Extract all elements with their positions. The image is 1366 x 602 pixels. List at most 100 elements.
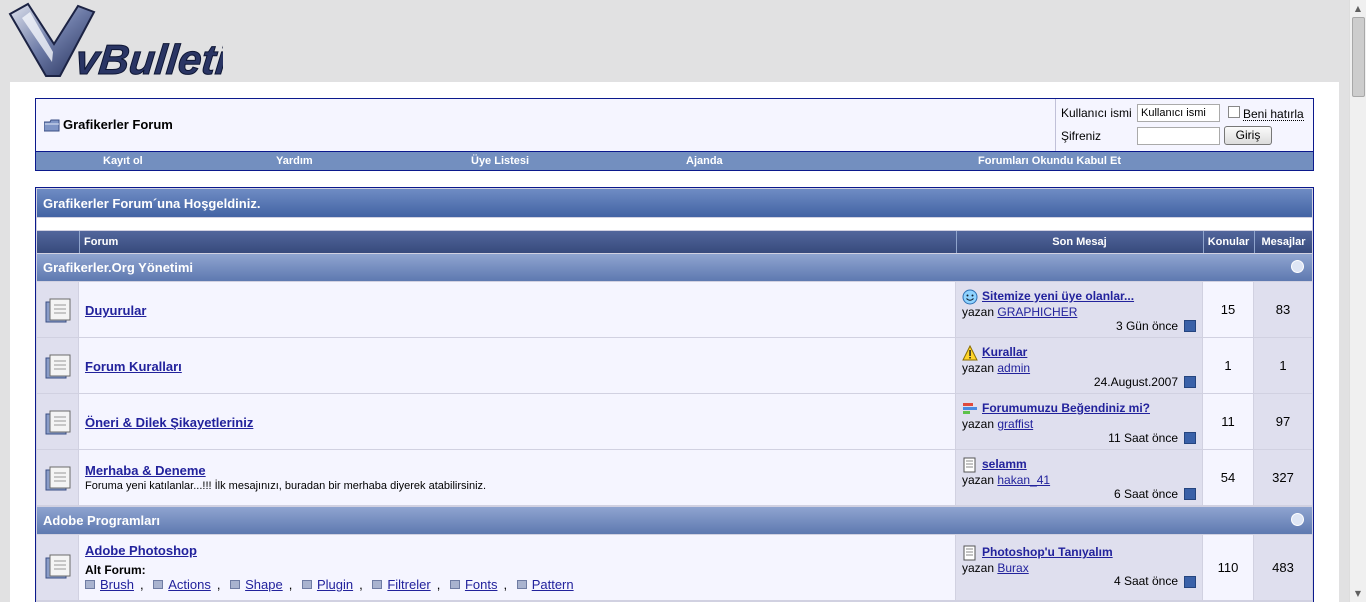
last-post-date: 6 Saat önce — [1113, 487, 1178, 501]
collapse-icon[interactable] — [1291, 260, 1304, 273]
subforum-item: Filtreler — [372, 577, 431, 592]
thread-count: 54 — [1203, 450, 1253, 505]
forum-title[interactable]: Forum Kuralları — [85, 359, 182, 374]
header-threads: Konular — [1203, 231, 1253, 253]
last-post-date: 24.August.2007 — [1093, 375, 1178, 389]
poll-icon — [963, 403, 977, 414]
post-count: 83 — [1254, 282, 1312, 337]
forum-title[interactable]: Duyurular — [85, 303, 146, 318]
forum-description: Foruma yeni katılanlar...!!! İlk mesajın… — [85, 480, 487, 492]
forum-title[interactable]: Merhaba & Deneme — [85, 463, 206, 478]
goto-last-post-icon[interactable] — [1184, 432, 1196, 444]
subforum-link[interactable]: Fonts — [465, 577, 498, 592]
subforum-icon — [301, 580, 312, 589]
nav-menu: Kayıt ol Yardım Üye Listesi Ajanda Forum… — [36, 151, 1313, 170]
vbulletin-logo[interactable]: vBulletin — [8, 0, 223, 82]
forum-status-icon — [45, 554, 71, 579]
forum-status-icon — [45, 354, 71, 379]
forum-row: Duyurular Sitemize yeni üye olanlar... y… — [37, 282, 1312, 337]
scrollbar[interactable]: ▲ ▼ — [1349, 0, 1366, 602]
subforum-list: Brush, Actions, Shape, Plugin, Filtreler… — [85, 577, 574, 592]
last-post-date: 4 Saat önce — [1113, 574, 1178, 588]
nav-register[interactable]: Kayıt ol — [103, 155, 143, 167]
scroll-up-arrow-icon[interactable]: ▲ — [1350, 0, 1366, 17]
logo-text: vBulletin — [73, 36, 223, 82]
page-title[interactable]: Grafikerler Forum — [63, 117, 173, 132]
goto-last-post-icon[interactable] — [1184, 576, 1196, 588]
last-post-user[interactable]: Burax — [997, 561, 1028, 575]
goto-last-post-icon[interactable] — [1184, 320, 1196, 332]
subforum-icon — [516, 580, 527, 589]
warning-icon — [962, 345, 978, 361]
subforum-link[interactable]: Pattern — [532, 577, 574, 592]
folder-icon[interactable] — [44, 119, 60, 132]
subforum-link[interactable]: Brush — [100, 577, 134, 592]
spacer-row — [37, 218, 1312, 230]
scroll-thumb[interactable] — [1352, 17, 1365, 97]
subforum-link[interactable]: Shape — [245, 577, 283, 592]
navbar: Grafikerler Forum Kullanıcı ismi Beni ha… — [35, 98, 1314, 171]
last-post-user[interactable]: graffist — [997, 417, 1033, 431]
last-post-user[interactable]: GRAPHICHER — [997, 305, 1077, 319]
scroll-down-arrow-icon[interactable]: ▼ — [1350, 585, 1366, 602]
last-post-title[interactable]: Forumumuzu Beğendiniz mi? — [982, 401, 1150, 415]
last-post-title[interactable]: Photoshop'u Tanıyalım — [982, 545, 1113, 559]
thread-count: 11 — [1203, 394, 1253, 449]
document-icon — [963, 457, 976, 473]
category-title[interactable]: Adobe Programları — [43, 513, 160, 528]
goto-last-post-icon[interactable] — [1184, 488, 1196, 500]
nav-calendar[interactable]: Ajanda — [686, 155, 723, 167]
last-post-title[interactable]: Kurallar — [982, 345, 1027, 359]
password-input[interactable] — [1137, 127, 1220, 145]
category-title[interactable]: Grafikerler.Org Yönetimi — [43, 260, 193, 275]
password-label: Şifreniz — [1061, 129, 1102, 143]
forum-title[interactable]: Öneri & Dilek Şikayetleriniz — [85, 415, 253, 430]
subforum-icon — [372, 580, 383, 589]
nav-help[interactable]: Yardım — [276, 155, 313, 167]
subforum-icon — [449, 580, 460, 589]
subforum-link[interactable]: Filtreler — [387, 577, 430, 592]
last-post-title[interactable]: Sitemize yeni üye olanlar... — [982, 289, 1134, 303]
username-input[interactable] — [1137, 104, 1220, 122]
header-posts: Mesajlar — [1254, 231, 1312, 253]
subforum-link[interactable]: Plugin — [317, 577, 353, 592]
welcome-title: Grafikerler Forum´una Hoşgeldiniz. — [37, 189, 1312, 217]
thread-count: 110 — [1203, 535, 1253, 600]
category-row[interactable]: Grafikerler.Org Yönetimi — [37, 254, 1312, 281]
forum-title[interactable]: Adobe Photoshop — [85, 543, 197, 558]
last-post-date: 11 Saat önce — [1108, 431, 1178, 445]
header-forum: Forum — [79, 231, 955, 253]
last-post-user[interactable]: hakan_41 — [997, 473, 1050, 487]
last-post-date: 3 Gün önce — [1115, 319, 1178, 333]
subforum-item: Shape — [230, 577, 283, 592]
subforum-icon — [85, 580, 95, 589]
forum-status-icon — [45, 410, 71, 435]
post-count: 1 — [1254, 338, 1312, 393]
forum-row: Merhaba & Deneme Foruma yeni katılanlar.… — [37, 450, 1312, 505]
by-label: yazan — [962, 473, 995, 487]
subforum-item: Plugin — [301, 577, 353, 592]
nav-member-list[interactable]: Üye Listesi — [471, 155, 529, 167]
subforum-item: Actions — [153, 577, 211, 592]
by-label: yazan — [962, 361, 995, 375]
document-icon — [963, 545, 976, 561]
forum-row: Adobe Photoshop Alt Forum: Brush, Action… — [37, 535, 1312, 600]
remember-checkbox[interactable] — [1228, 106, 1240, 118]
login-button[interactable]: Giriş — [1224, 126, 1272, 145]
remember-label[interactable]: Beni hatırla — [1243, 108, 1304, 121]
nav-mark-read[interactable]: Forumları Okundu Kabul Et — [978, 155, 1121, 167]
last-post-user[interactable]: admin — [997, 361, 1030, 375]
post-count: 327 — [1254, 450, 1312, 505]
goto-last-post-icon[interactable] — [1184, 376, 1196, 388]
forum-status-icon — [45, 466, 71, 491]
header-last-post: Son Mesaj — [956, 231, 1202, 253]
forum-status-icon — [45, 298, 71, 323]
last-post-title[interactable]: selamm — [982, 457, 1027, 471]
category-row[interactable]: Adobe Programları — [37, 507, 1312, 534]
smile-icon — [962, 289, 978, 305]
by-label: yazan — [962, 417, 995, 431]
subforum-link[interactable]: Actions — [168, 577, 211, 592]
collapse-icon[interactable] — [1291, 513, 1304, 526]
thread-count: 1 — [1203, 338, 1253, 393]
username-label: Kullanıcı ismi — [1061, 106, 1132, 120]
